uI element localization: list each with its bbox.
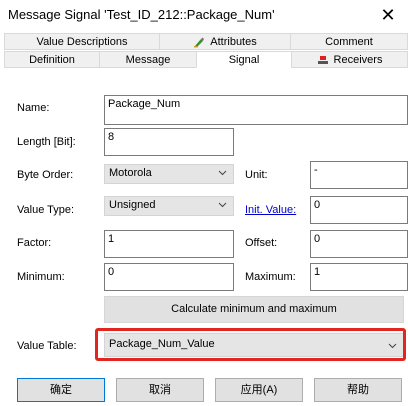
name-field[interactable]: Package_Num bbox=[104, 95, 408, 125]
factor-value: 1 bbox=[108, 233, 115, 245]
tab-receivers[interactable]: Receivers bbox=[291, 51, 408, 68]
init-value-link[interactable]: Init. Value: bbox=[245, 204, 296, 216]
length-value: 8 bbox=[108, 131, 115, 143]
tab-label: Attributes bbox=[210, 36, 257, 48]
value-table-label: Value Table: bbox=[17, 340, 77, 352]
tab-label: Comment bbox=[325, 36, 373, 48]
maximum-value: 1 bbox=[314, 266, 321, 278]
ok-button[interactable]: 确定 bbox=[17, 378, 105, 402]
tab-label: Receivers bbox=[333, 54, 383, 66]
offset-label: Offset: bbox=[245, 237, 278, 249]
attributes-icon bbox=[194, 37, 205, 48]
unit-value: - bbox=[314, 164, 318, 176]
value-table-value: Package_Num_Value bbox=[109, 338, 215, 350]
help-button[interactable]: 帮助 bbox=[314, 378, 402, 402]
tab-label: Definition bbox=[29, 54, 75, 66]
value-table-select[interactable]: Package_Num_Value bbox=[104, 333, 404, 357]
byte-order-label: Byte Order: bbox=[17, 169, 74, 181]
name-label: Name: bbox=[17, 102, 50, 114]
chevron-down-icon bbox=[218, 202, 227, 208]
name-value: Package_Num bbox=[108, 98, 181, 110]
value-type-value: Unsigned bbox=[109, 199, 156, 211]
length-field[interactable]: 8 bbox=[104, 128, 234, 156]
byte-order-select[interactable]: Motorola bbox=[104, 164, 234, 184]
tab-message[interactable]: Message bbox=[99, 51, 197, 68]
init-value-field[interactable]: 0 bbox=[310, 196, 408, 224]
minimum-field[interactable]: 0 bbox=[104, 263, 234, 291]
factor-field[interactable]: 1 bbox=[104, 230, 234, 258]
value-type-label: Value Type: bbox=[17, 204, 75, 216]
maximum-label: Maximum: bbox=[245, 271, 296, 283]
tab-comment[interactable]: Comment bbox=[290, 33, 408, 50]
tab-definition[interactable]: Definition bbox=[4, 51, 100, 68]
calculate-min-max-button[interactable]: Calculate minimum and maximum bbox=[104, 296, 404, 323]
offset-field[interactable]: 0 bbox=[310, 230, 408, 258]
chevron-down-icon bbox=[388, 343, 397, 349]
tab-value-descriptions[interactable]: Value Descriptions bbox=[4, 33, 160, 50]
tab-attributes[interactable]: Attributes bbox=[159, 33, 291, 50]
cancel-button[interactable]: 取消 bbox=[116, 378, 204, 402]
maximum-field[interactable]: 1 bbox=[310, 263, 408, 291]
tab-signal[interactable]: Signal bbox=[196, 51, 292, 68]
tab-strip: Value Descriptions Attributes Comment De… bbox=[4, 33, 408, 69]
length-label: Length [Bit]: bbox=[17, 136, 76, 148]
title-bar: Message Signal 'Test_ID_212::Package_Num… bbox=[0, 0, 408, 31]
minimum-value: 0 bbox=[108, 266, 115, 278]
init-value-value: 0 bbox=[314, 199, 321, 211]
receivers-icon bbox=[317, 56, 328, 65]
byte-order-value: Motorola bbox=[109, 167, 152, 179]
offset-value: 0 bbox=[314, 233, 321, 245]
close-button[interactable]: ✕ bbox=[368, 0, 408, 31]
tab-label: Value Descriptions bbox=[36, 36, 128, 48]
value-type-select[interactable]: Unsigned bbox=[104, 196, 234, 216]
apply-button[interactable]: 应用(A) bbox=[215, 378, 303, 402]
tab-label: Signal bbox=[228, 54, 260, 66]
unit-field[interactable]: - bbox=[310, 161, 408, 189]
unit-label: Unit: bbox=[245, 169, 268, 181]
factor-label: Factor: bbox=[17, 237, 52, 249]
tab-label: Message bbox=[125, 54, 171, 66]
chevron-down-icon bbox=[218, 170, 227, 176]
minimum-label: Minimum: bbox=[17, 271, 65, 283]
close-icon: ✕ bbox=[380, 5, 396, 25]
window-title: Message Signal 'Test_ID_212::Package_Num… bbox=[8, 7, 275, 22]
